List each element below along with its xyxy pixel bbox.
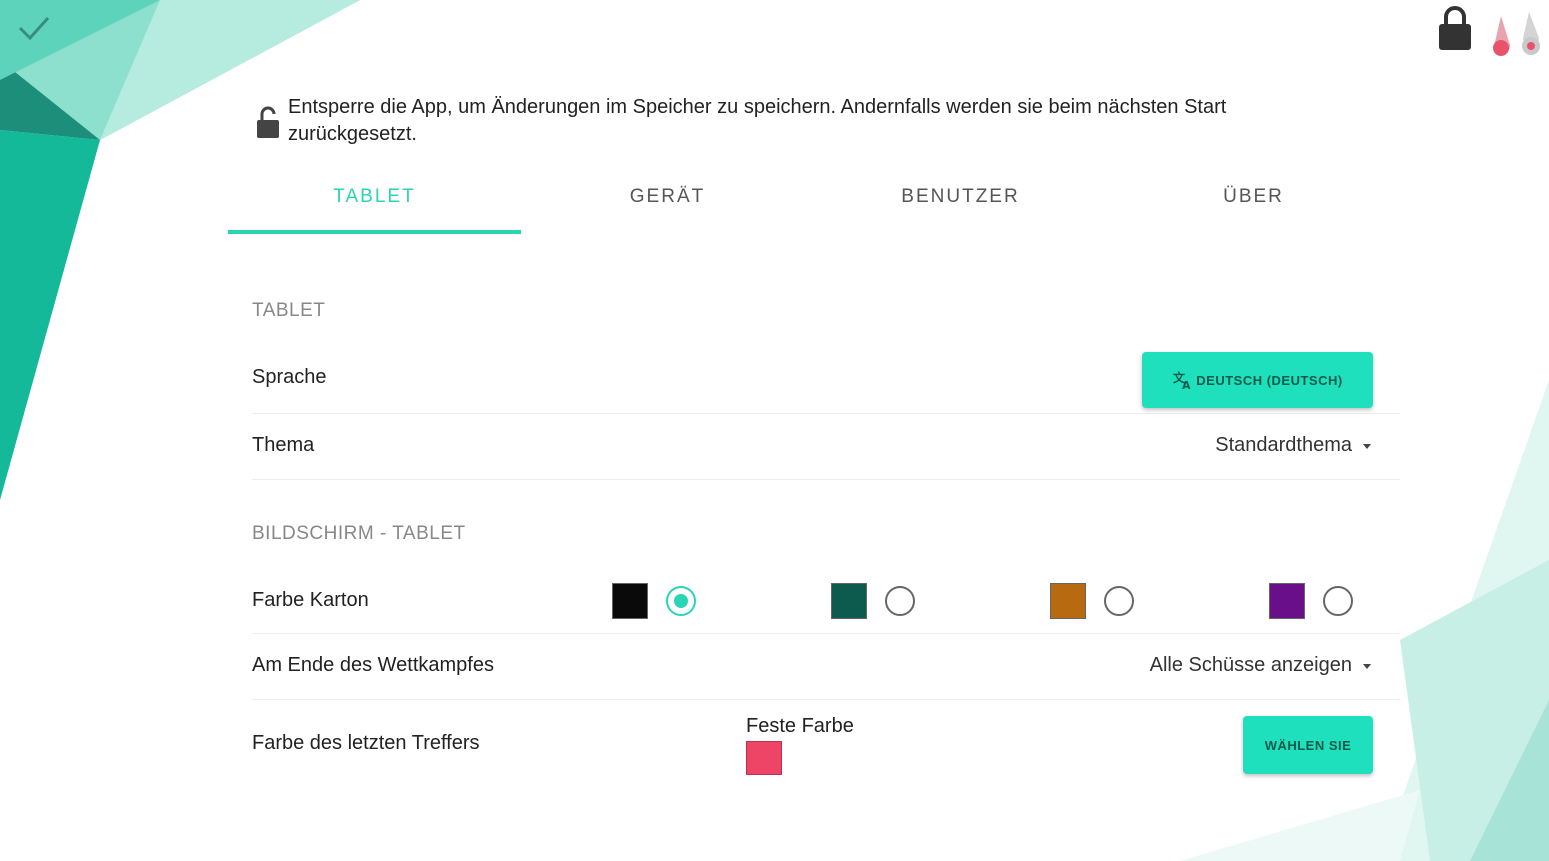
pins-icon[interactable] bbox=[1485, 8, 1547, 58]
card-color-row: Farbe Karton bbox=[252, 568, 1400, 634]
language-button[interactable]: 文 A DEUTSCH (DEUTSCH) bbox=[1142, 352, 1373, 408]
choose-color-button[interactable]: WÄHLEN SIE bbox=[1243, 716, 1373, 774]
card-color-swatch-orange bbox=[1050, 583, 1086, 619]
fixed-color-label: Feste Farbe bbox=[746, 715, 854, 737]
card-color-label: Farbe Karton bbox=[252, 589, 369, 611]
translate-icon: 文 A bbox=[1173, 370, 1191, 391]
tab-tablet[interactable]: TABLET bbox=[228, 174, 521, 234]
competition-end-label: Am Ende des Wettkampfes bbox=[252, 654, 494, 676]
last-hit-color-row: Farbe des letzten Treffers Feste Farbe W… bbox=[252, 700, 1400, 780]
last-hit-color-label: Farbe des letzten Treffers bbox=[252, 732, 480, 754]
competition-end-value: Alle Schüsse anzeigen bbox=[1149, 654, 1352, 676]
unlocked-lock-icon bbox=[257, 106, 279, 138]
last-hit-color-swatch bbox=[746, 741, 782, 775]
card-color-radio-teal[interactable] bbox=[885, 586, 915, 616]
card-color-radio-black[interactable] bbox=[666, 586, 696, 616]
notice-text: Entsperre die App, um Änderungen im Spei… bbox=[288, 96, 1227, 145]
tab-about[interactable]: ÜBER bbox=[1107, 174, 1400, 234]
section-title-screen: BILDSCHIRM - TABLET bbox=[252, 523, 466, 544]
theme-dropdown-value: Standardthema bbox=[1215, 434, 1352, 456]
settings-page: Entsperre die App, um Änderungen im Spei… bbox=[0, 0, 1549, 861]
card-color-radio-orange[interactable] bbox=[1104, 586, 1134, 616]
tab-user[interactable]: BENUTZER bbox=[814, 174, 1107, 234]
theme-dropdown[interactable]: Standardthema bbox=[1215, 434, 1372, 457]
choose-color-button-label: WÄHLEN SIE bbox=[1264, 737, 1352, 753]
competition-end-dropdown[interactable]: Alle Schüsse anzeigen bbox=[1150, 654, 1372, 677]
language-row: Sprache 文 A DEUTSCH (DEUTSCH) bbox=[252, 346, 1400, 414]
card-color-radio-purple[interactable] bbox=[1323, 586, 1353, 616]
chevron-down-icon bbox=[1363, 663, 1371, 669]
competition-end-row: Am Ende des Wettkampfes Alle Schüsse anz… bbox=[252, 634, 1400, 700]
card-color-swatch-purple bbox=[1269, 583, 1305, 619]
svg-text:A: A bbox=[1182, 379, 1191, 391]
card-color-swatch-black bbox=[612, 583, 648, 619]
section-title-tablet: TABLET bbox=[252, 300, 326, 321]
language-label: Sprache bbox=[252, 366, 327, 388]
language-button-label: DEUTSCH (DEUTSCH) bbox=[1196, 372, 1343, 388]
theme-row: Thema Standardthema bbox=[252, 414, 1400, 480]
lock-icon[interactable] bbox=[1436, 4, 1474, 52]
theme-label: Thema bbox=[252, 434, 315, 456]
chevron-down-icon bbox=[1363, 443, 1371, 449]
unlock-notice: Entsperre die App, um Änderungen im Spei… bbox=[254, 94, 1354, 148]
tab-device[interactable]: GERÄT bbox=[521, 174, 814, 234]
check-icon[interactable] bbox=[14, 10, 54, 46]
card-color-swatch-teal bbox=[831, 583, 867, 619]
tab-bar: TABLET GERÄT BENUTZER ÜBER bbox=[228, 174, 1400, 234]
